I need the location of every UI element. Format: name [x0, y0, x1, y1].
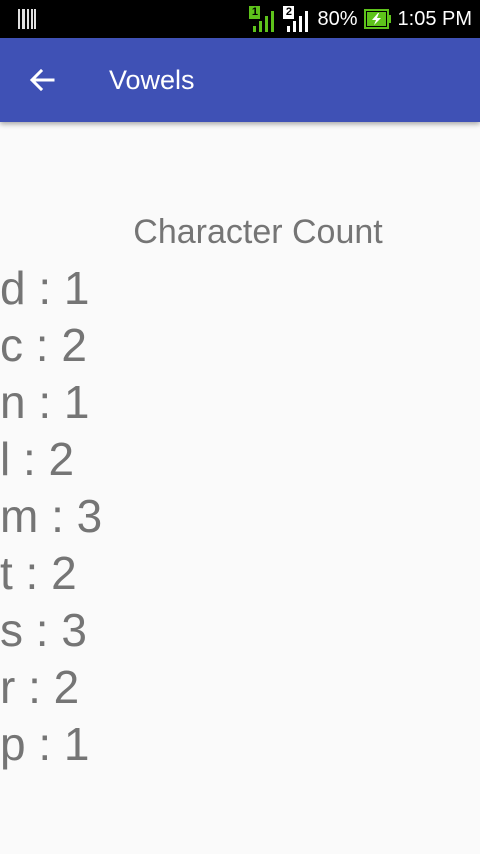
status-bar: 1 2 80% 1:05 PM: [0, 0, 480, 38]
arrow-left-icon: [29, 68, 55, 92]
back-button[interactable]: [22, 60, 62, 100]
signal-icon: [253, 11, 275, 32]
sim2-signal: 2: [283, 6, 311, 32]
sim1-signal: 1: [249, 6, 277, 32]
list-item: s : 3: [0, 604, 87, 656]
battery-charging-icon: [363, 9, 391, 29]
page-title: Vowels: [109, 65, 195, 95]
battery-percent: 80%: [317, 7, 358, 30]
list-item: c : 2: [0, 319, 87, 371]
list-item: l : 2: [0, 433, 75, 485]
list-item: m : 3: [0, 490, 103, 542]
signal-icon: [287, 11, 309, 32]
barcode-icon: [18, 9, 36, 29]
list-item: p : 1: [0, 718, 90, 770]
list-item: n : 1: [0, 376, 90, 428]
list-item: d : 1: [0, 262, 90, 314]
app-bar: Vowels: [0, 38, 480, 122]
character-count-list: d : 1 c : 2 n : 1 l : 2 m : 3 t : 2 s : …: [0, 260, 102, 773]
section-heading: Character Count: [133, 213, 383, 251]
list-item: r : 2: [0, 661, 80, 713]
clock: 1:05 PM: [397, 7, 472, 30]
list-item: t : 2: [0, 547, 77, 599]
